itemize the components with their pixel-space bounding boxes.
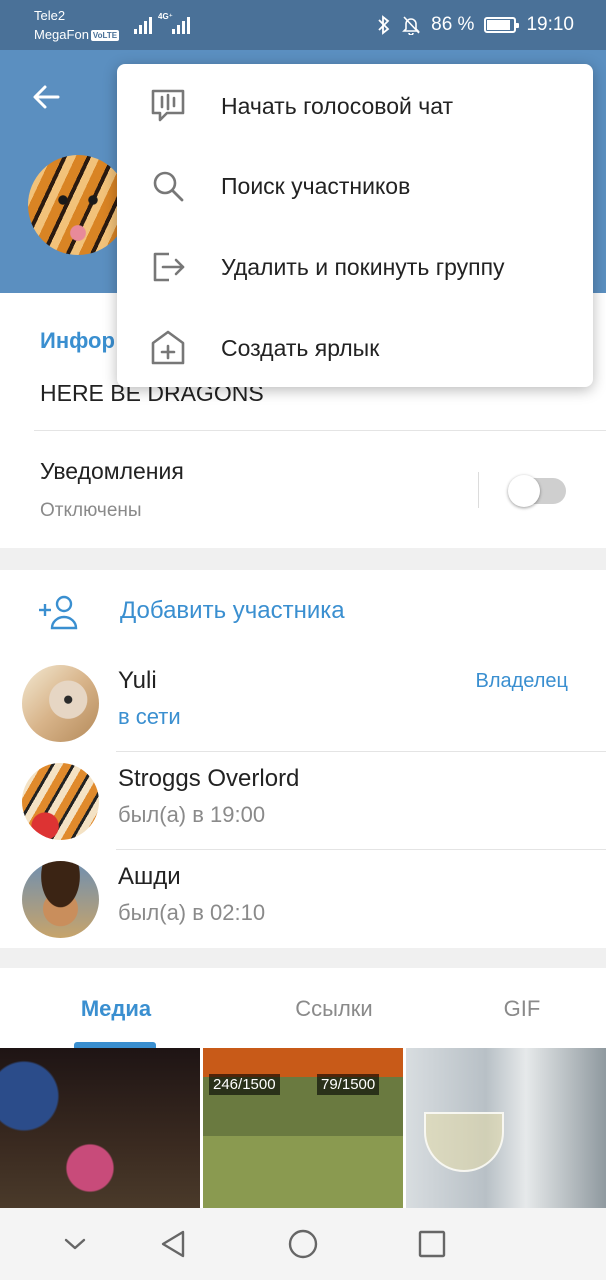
notifications-label: Уведомления xyxy=(40,458,184,484)
add-member-label: Добавить участника xyxy=(120,597,345,624)
battery-fill xyxy=(487,20,510,30)
toggle-knob xyxy=(508,475,540,507)
status-right: 86 % 19:10 xyxy=(377,14,574,36)
carrier-2-name: MegaFon xyxy=(34,27,89,42)
battery-percent-label: 86 % xyxy=(431,14,475,35)
group-avatar[interactable] xyxy=(28,155,128,255)
media-tabs: Медиа Ссылки GIF xyxy=(0,968,606,1048)
media-grid: 246/1500 79/1500 xyxy=(0,1048,606,1208)
battery-icon xyxy=(484,17,520,33)
add-user-icon xyxy=(39,595,78,630)
tab-links[interactable]: Ссылки xyxy=(254,996,414,1022)
system-nav-bar xyxy=(0,1208,606,1280)
voice-chat-icon xyxy=(151,89,185,122)
overflow-menu: Начать голосовой чат Поиск участников Уд… xyxy=(117,64,593,387)
back-arrow-icon[interactable] xyxy=(30,80,64,114)
member-row[interactable]: Yuli в сети Владелец xyxy=(0,654,606,752)
menu-item-leave-group[interactable]: Удалить и покинуть группу xyxy=(117,227,593,307)
status-bar: Tele2 MegaFon VoLTE 4G⁺ 86 % 19:10 xyxy=(0,0,606,50)
menu-item-search-members[interactable]: Поиск участников xyxy=(117,146,593,226)
glass-shape xyxy=(424,1112,504,1172)
bluetooth-icon xyxy=(378,15,390,35)
member-name: Ашди xyxy=(118,863,181,890)
thumb-text: 246/1500 xyxy=(209,1074,280,1095)
member-name: Stroggs Overlord xyxy=(118,765,300,792)
thumb-text: 79/1500 xyxy=(317,1074,380,1095)
notifications-toggle[interactable] xyxy=(508,475,566,507)
member-status: был(а) в 02:10 xyxy=(118,900,266,925)
member-status: был(а) в 19:00 xyxy=(118,802,266,827)
divider xyxy=(34,430,606,431)
member-status: в сети xyxy=(118,704,181,729)
home-circle-icon[interactable] xyxy=(285,1226,321,1262)
tab-media[interactable]: Медиа xyxy=(36,996,196,1022)
section-gap xyxy=(0,948,606,968)
media-thumbnail[interactable] xyxy=(406,1048,606,1208)
search-icon xyxy=(153,171,184,202)
signal-2-icon xyxy=(172,14,190,34)
member-row[interactable]: Stroggs Overlord был(а) в 19:00 xyxy=(0,752,606,850)
back-triangle-icon[interactable] xyxy=(155,1226,191,1262)
member-role-badge: Владелец xyxy=(475,670,568,692)
section-gap xyxy=(0,548,606,570)
menu-item-label: Удалить и покинуть группу xyxy=(221,254,505,280)
recents-square-icon[interactable] xyxy=(414,1226,450,1262)
avatar xyxy=(22,763,99,840)
leave-icon xyxy=(153,252,185,282)
bell-muted-icon xyxy=(402,16,421,35)
info-section-title: Инфор xyxy=(40,328,115,353)
signal-1-icon xyxy=(134,14,152,34)
menu-item-label: Создать ярлык xyxy=(221,335,380,361)
menu-item-label: Поиск участников xyxy=(221,173,411,199)
network-type-label: 4G⁺ xyxy=(158,12,173,21)
menu-item-voice-chat[interactable]: Начать голосовой чат xyxy=(117,66,593,146)
member-name: Yuli xyxy=(118,667,157,694)
carrier-1-label: Tele2 xyxy=(34,8,66,23)
avatar xyxy=(22,861,99,938)
media-thumbnail[interactable]: 246/1500 79/1500 xyxy=(203,1048,403,1208)
vertical-separator xyxy=(478,472,479,508)
member-row[interactable]: Ашди был(а) в 02:10 xyxy=(0,850,606,948)
carrier-2-label: MegaFon VoLTE xyxy=(34,27,120,42)
media-thumbnail[interactable] xyxy=(0,1048,200,1208)
notifications-value: Отключены xyxy=(40,500,142,521)
chevron-down-icon[interactable] xyxy=(57,1226,93,1262)
tab-gif[interactable]: GIF xyxy=(442,996,602,1022)
menu-item-create-shortcut[interactable]: Создать ярлык xyxy=(117,308,593,388)
add-shortcut-icon xyxy=(151,330,185,365)
volte-badge: VoLTE xyxy=(90,30,120,42)
clock-label: 19:10 xyxy=(526,14,574,35)
avatar xyxy=(22,665,99,742)
menu-item-label: Начать голосовой чат xyxy=(221,93,454,119)
